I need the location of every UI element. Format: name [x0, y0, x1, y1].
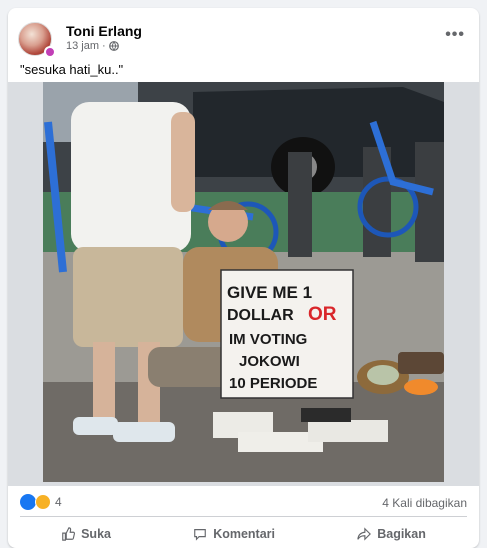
like-label: Suka: [81, 527, 111, 541]
sign-line-3: OR: [308, 304, 337, 325]
post-header: Toni Erlang 13 jam · •••: [18, 16, 469, 60]
photo-container[interactable]: GIVE ME 1 DOLLAR OR IM VOTING JOKOWI 10 …: [8, 82, 479, 486]
like-button[interactable]: Suka: [61, 527, 111, 541]
share-arrow-icon: [357, 527, 372, 541]
reaction-count[interactable]: 4: [55, 495, 62, 509]
sign-line-6: 10 PERIODE: [229, 375, 317, 392]
reaction-summary[interactable]: 4: [20, 494, 62, 510]
like-reaction-icon: [20, 494, 36, 510]
comment-icon: [194, 529, 207, 541]
author-name[interactable]: Toni Erlang: [66, 23, 142, 39]
post-photo[interactable]: GIVE ME 1 DOLLAR OR IM VOTING JOKOWI 10 …: [43, 82, 444, 482]
post-caption: "sesuka hati_ku..": [20, 62, 124, 77]
post-meta: 13 jam ·: [66, 40, 119, 52]
globe-icon: [108, 41, 119, 51]
post-card: Toni Erlang 13 jam · ••• "sesuka hati_ku…: [8, 8, 479, 548]
meta-separator: ·: [102, 40, 106, 52]
more-options-button[interactable]: •••: [445, 26, 465, 44]
thumbs-up-icon: [62, 527, 76, 541]
comment-label: Komentari: [213, 527, 276, 541]
sign-line-1: GIVE ME 1: [227, 283, 312, 302]
comment-button[interactable]: Komentari: [193, 527, 275, 541]
sad-reaction-icon: [35, 494, 51, 510]
post-actions: Suka Komentari Bagikan: [20, 520, 467, 548]
post-time[interactable]: 13 jam: [66, 40, 99, 52]
story-badge-icon: [44, 46, 56, 58]
share-label: Bagikan: [377, 527, 426, 541]
share-button[interactable]: Bagikan: [357, 527, 426, 541]
sign-line-5: JOKOWI: [239, 353, 300, 370]
sign-line-2: DOLLAR: [227, 307, 294, 324]
sign-line-4: IM VOTING: [229, 331, 307, 348]
actions-divider: [20, 516, 467, 517]
share-count[interactable]: 4 Kali dibagikan: [382, 496, 467, 510]
